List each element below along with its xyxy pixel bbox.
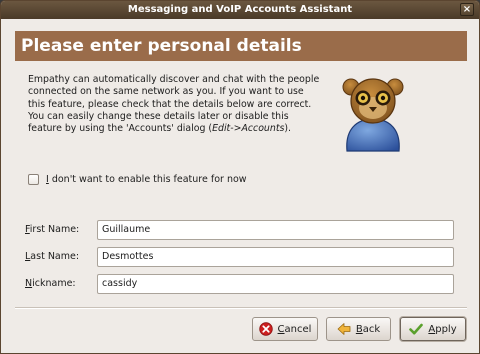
- page-header-banner: Please enter personal details: [15, 31, 467, 61]
- first-name-row: First Name: Guillaume: [25, 219, 454, 240]
- window-title: Messaging and VoIP Accounts Assistant: [127, 4, 353, 15]
- checkmark-icon: [409, 323, 424, 335]
- intro-text: Empathy can automatically discover and c…: [28, 74, 323, 135]
- last-name-field[interactable]: Desmottes: [97, 246, 454, 267]
- opt-out-label: I don't want to enable this feature for …: [46, 173, 247, 185]
- nickname-row: Nickname: cassidy: [25, 273, 454, 294]
- apply-button[interactable]: Apply: [400, 317, 466, 341]
- cancel-button[interactable]: Cancel: [252, 317, 318, 341]
- page-title: Please enter personal details: [21, 36, 302, 56]
- close-icon: ×: [462, 4, 472, 15]
- apply-label: Apply: [428, 323, 457, 335]
- cancel-label: Cancel: [277, 323, 312, 335]
- window-close-button[interactable]: ×: [460, 3, 474, 16]
- intro-text-end: ).: [284, 123, 292, 135]
- back-arrow-icon: [337, 323, 351, 335]
- cancel-icon: [258, 322, 273, 336]
- assistant-window: Messaging and VoIP Accounts Assistant × …: [0, 0, 480, 354]
- first-name-label: First Name:: [25, 224, 80, 235]
- menu-path: Edit->Accounts: [212, 123, 285, 135]
- last-name-label: Last Name:: [25, 251, 80, 262]
- opt-out-checkbox-row[interactable]: I don't want to enable this feature for …: [28, 172, 247, 186]
- last-name-row: Last Name: Desmottes: [25, 246, 454, 267]
- title-bar: Messaging and VoIP Accounts Assistant ×: [1, 1, 479, 19]
- opt-out-checkbox[interactable]: [28, 173, 39, 185]
- button-separator: [15, 307, 467, 309]
- nickname-field[interactable]: cassidy: [97, 273, 454, 294]
- back-label: Back: [355, 323, 381, 335]
- back-button[interactable]: Back: [326, 317, 391, 341]
- nickname-label: Nickname:: [25, 278, 76, 289]
- first-name-field[interactable]: Guillaume: [97, 219, 454, 240]
- empathy-owl-icon: [342, 78, 404, 152]
